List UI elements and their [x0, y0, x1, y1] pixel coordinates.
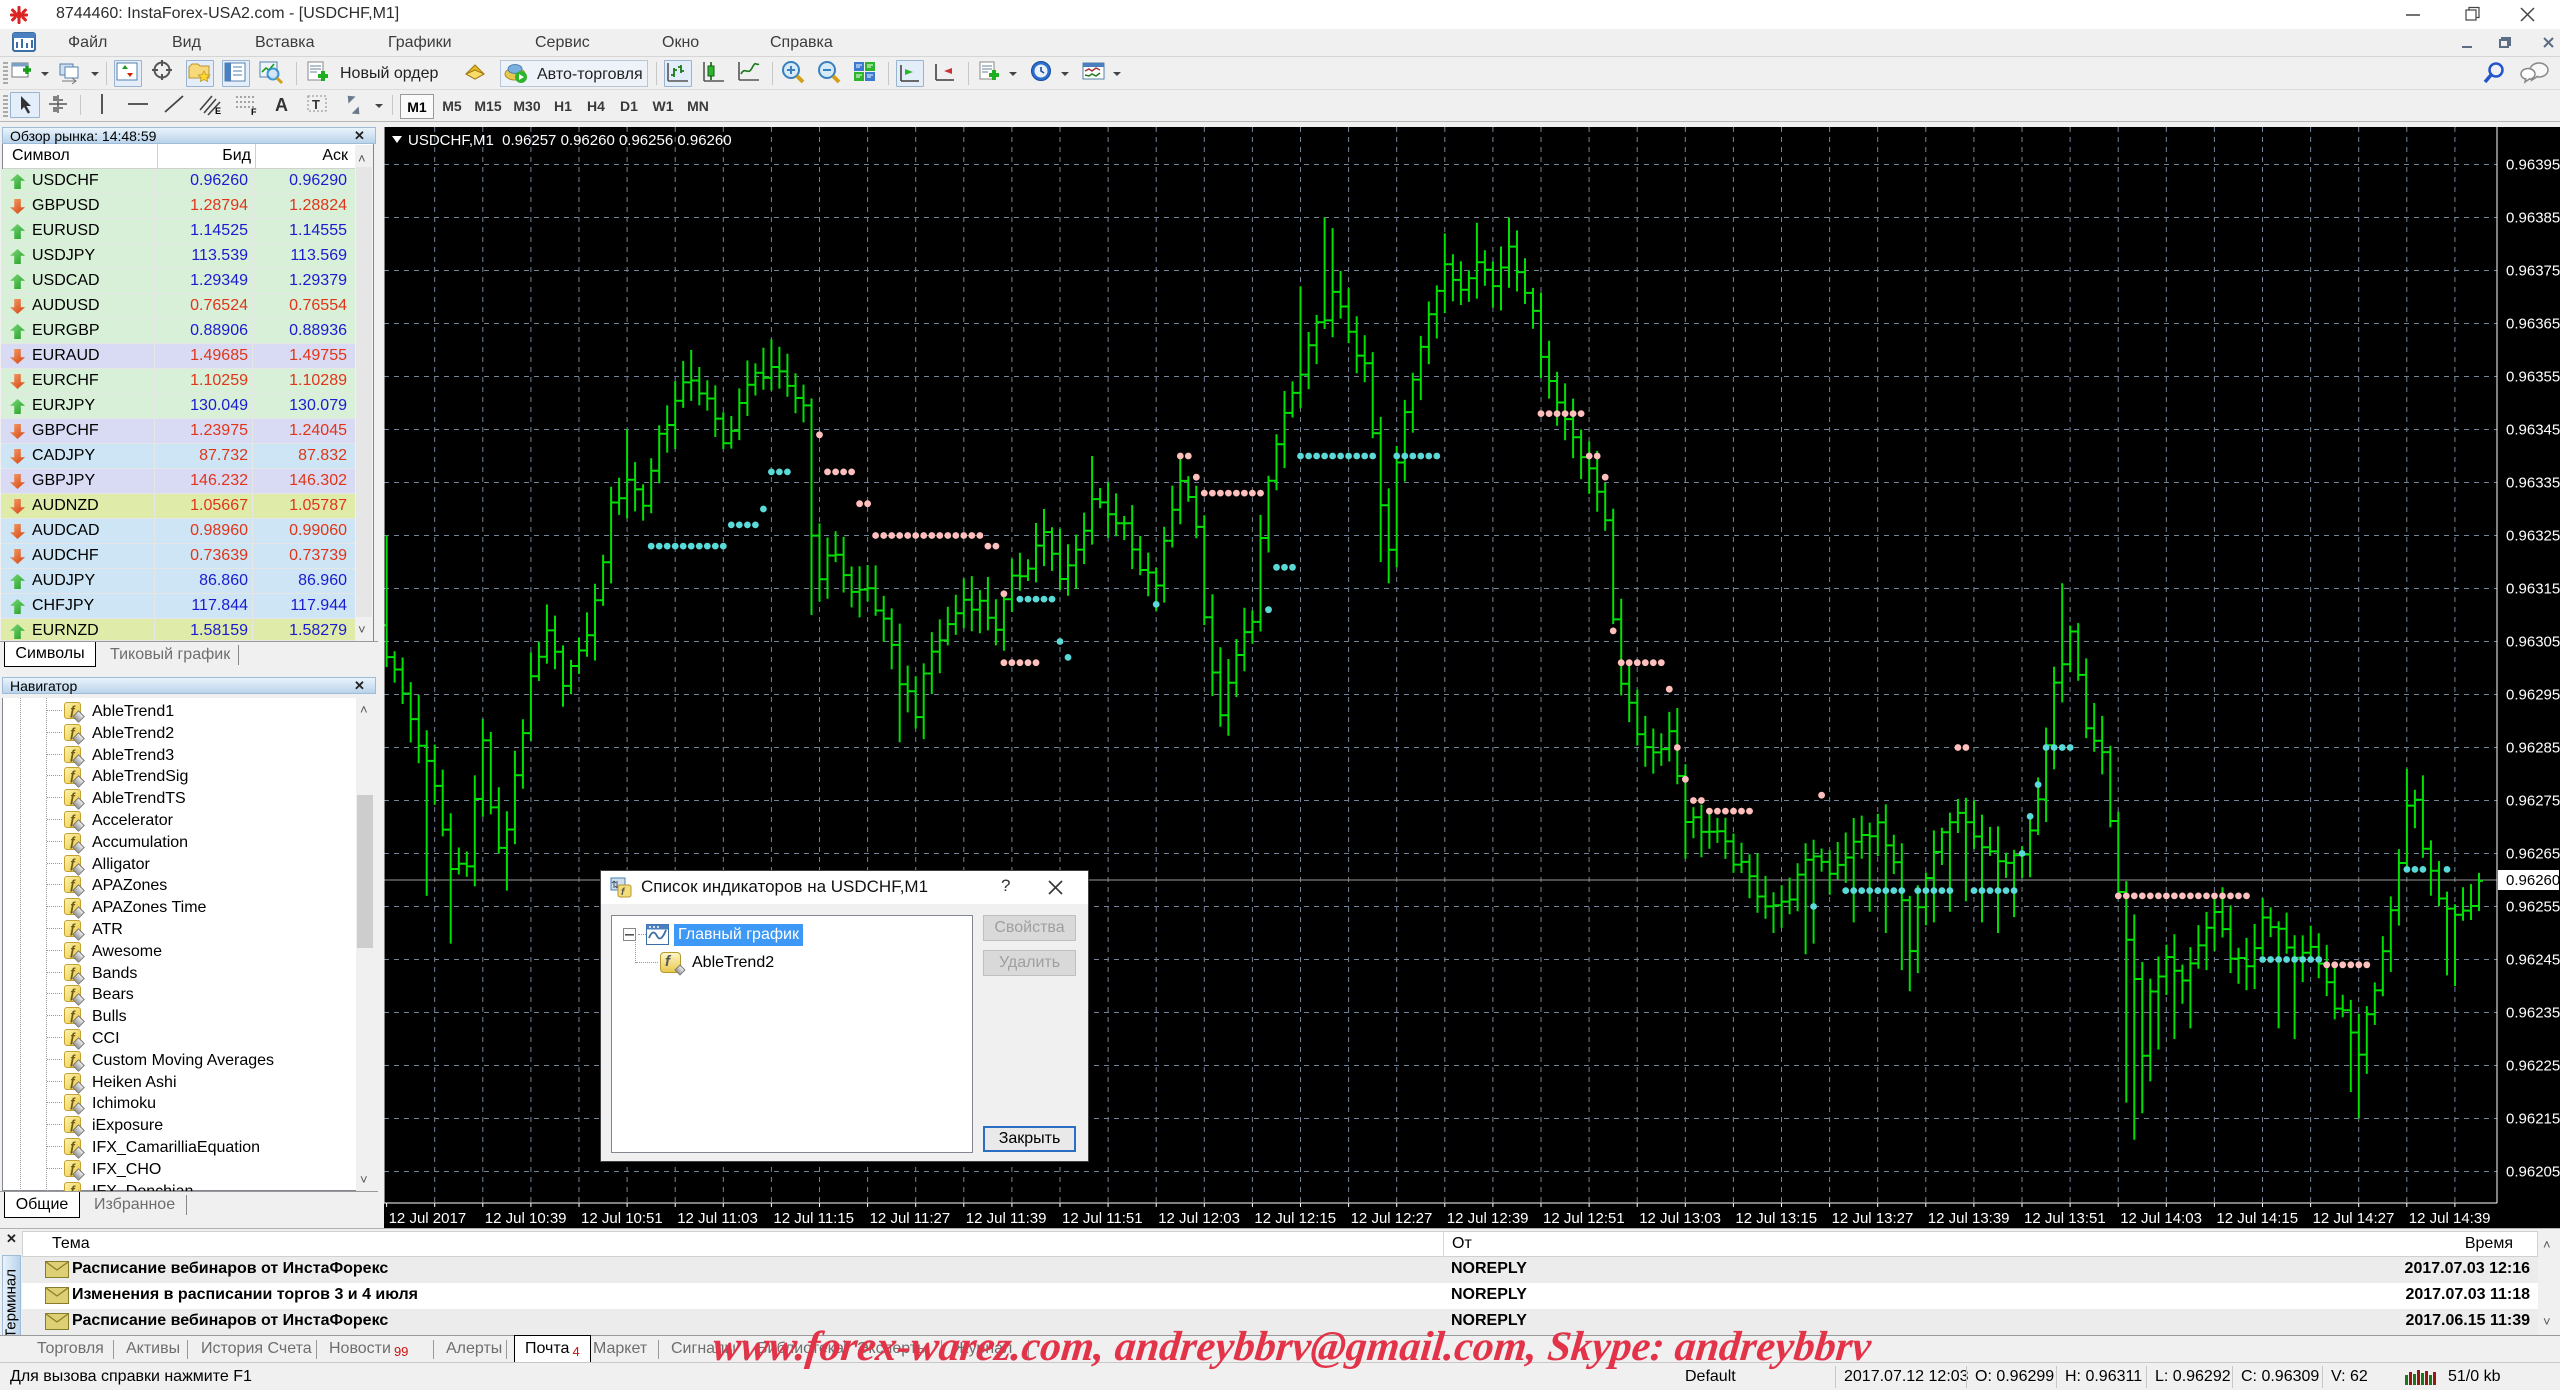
svg-text:0.96275: 0.96275 [2506, 793, 2560, 810]
svg-text:12 Jul 14:27: 12 Jul 14:27 [2313, 1210, 2395, 1227]
svg-text:12 Jul 13:03: 12 Jul 13:03 [1639, 1210, 1721, 1227]
svg-text:12 Jul 13:39: 12 Jul 13:39 [1928, 1210, 2010, 1227]
svg-text:12 Jul 11:51: 12 Jul 11:51 [1062, 1210, 1143, 1227]
svg-text:12 Jul 13:15: 12 Jul 13:15 [1735, 1210, 1817, 1227]
svg-text:0.96335: 0.96335 [2506, 475, 2560, 492]
svg-text:12 Jul 12:03: 12 Jul 12:03 [1158, 1210, 1240, 1227]
svg-text:0.96265: 0.96265 [2506, 846, 2560, 863]
svg-text:F: F [251, 107, 257, 116]
svg-text:0.96385: 0.96385 [2506, 210, 2560, 227]
svg-text:12 Jul 12:51: 12 Jul 12:51 [1543, 1210, 1625, 1227]
svg-text:0.96215: 0.96215 [2506, 1111, 2560, 1128]
svg-text:0.96365: 0.96365 [2506, 316, 2560, 333]
svg-text:0.96325: 0.96325 [2506, 528, 2560, 545]
svg-text:12 Jul 14:39: 12 Jul 14:39 [2409, 1210, 2491, 1227]
svg-text:T: T [312, 97, 320, 112]
svg-text:0.96395: 0.96395 [2506, 157, 2560, 174]
svg-text:0.96285: 0.96285 [2506, 740, 2560, 757]
svg-text:0.96205: 0.96205 [2506, 1164, 2560, 1181]
svg-text:0.96355: 0.96355 [2506, 369, 2560, 386]
svg-text:A: A [275, 95, 288, 115]
svg-text:12 Jul 10:51: 12 Jul 10:51 [581, 1210, 663, 1227]
svg-text:12 Jul 11:03: 12 Jul 11:03 [677, 1210, 758, 1227]
svg-text:12 Jul 2017: 12 Jul 2017 [389, 1210, 467, 1227]
svg-text:0.96305: 0.96305 [2506, 634, 2560, 651]
svg-text:0.96375: 0.96375 [2506, 263, 2560, 280]
svg-text:12 Jul 11:39: 12 Jul 11:39 [966, 1210, 1047, 1227]
svg-text:0.96345: 0.96345 [2506, 422, 2560, 439]
svg-text:USDCHF,M1 0.96257 0.96260 0.9: USDCHF,M1 0.96257 0.96260 0.96256 0.9626… [408, 132, 732, 149]
svg-text:0.96245: 0.96245 [2506, 952, 2560, 969]
svg-text:12 Jul 12:39: 12 Jul 12:39 [1447, 1210, 1529, 1227]
svg-text:0.96295: 0.96295 [2506, 687, 2560, 704]
svg-text:12 Jul 10:39: 12 Jul 10:39 [485, 1210, 567, 1227]
svg-text:0.96260: 0.96260 [2506, 872, 2560, 889]
svg-text:12 Jul 14:03: 12 Jul 14:03 [2120, 1210, 2202, 1227]
svg-text:0.96315: 0.96315 [2506, 581, 2560, 598]
svg-text:0.96255: 0.96255 [2506, 899, 2560, 916]
svg-text:E: E [215, 106, 221, 116]
svg-text:12 Jul 12:27: 12 Jul 12:27 [1351, 1210, 1433, 1227]
svg-text:12 Jul 13:51: 12 Jul 13:51 [2024, 1210, 2106, 1227]
svg-text:12 Jul 14:15: 12 Jul 14:15 [2216, 1210, 2298, 1227]
svg-text:0.96225: 0.96225 [2506, 1058, 2560, 1075]
svg-text:12 Jul 11:27: 12 Jul 11:27 [870, 1210, 951, 1227]
svg-text:0.96235: 0.96235 [2506, 1005, 2560, 1022]
svg-text:12 Jul 11:15: 12 Jul 11:15 [773, 1210, 854, 1227]
svg-text:12 Jul 12:15: 12 Jul 12:15 [1254, 1210, 1336, 1227]
svg-text:12 Jul 13:27: 12 Jul 13:27 [1832, 1210, 1914, 1227]
